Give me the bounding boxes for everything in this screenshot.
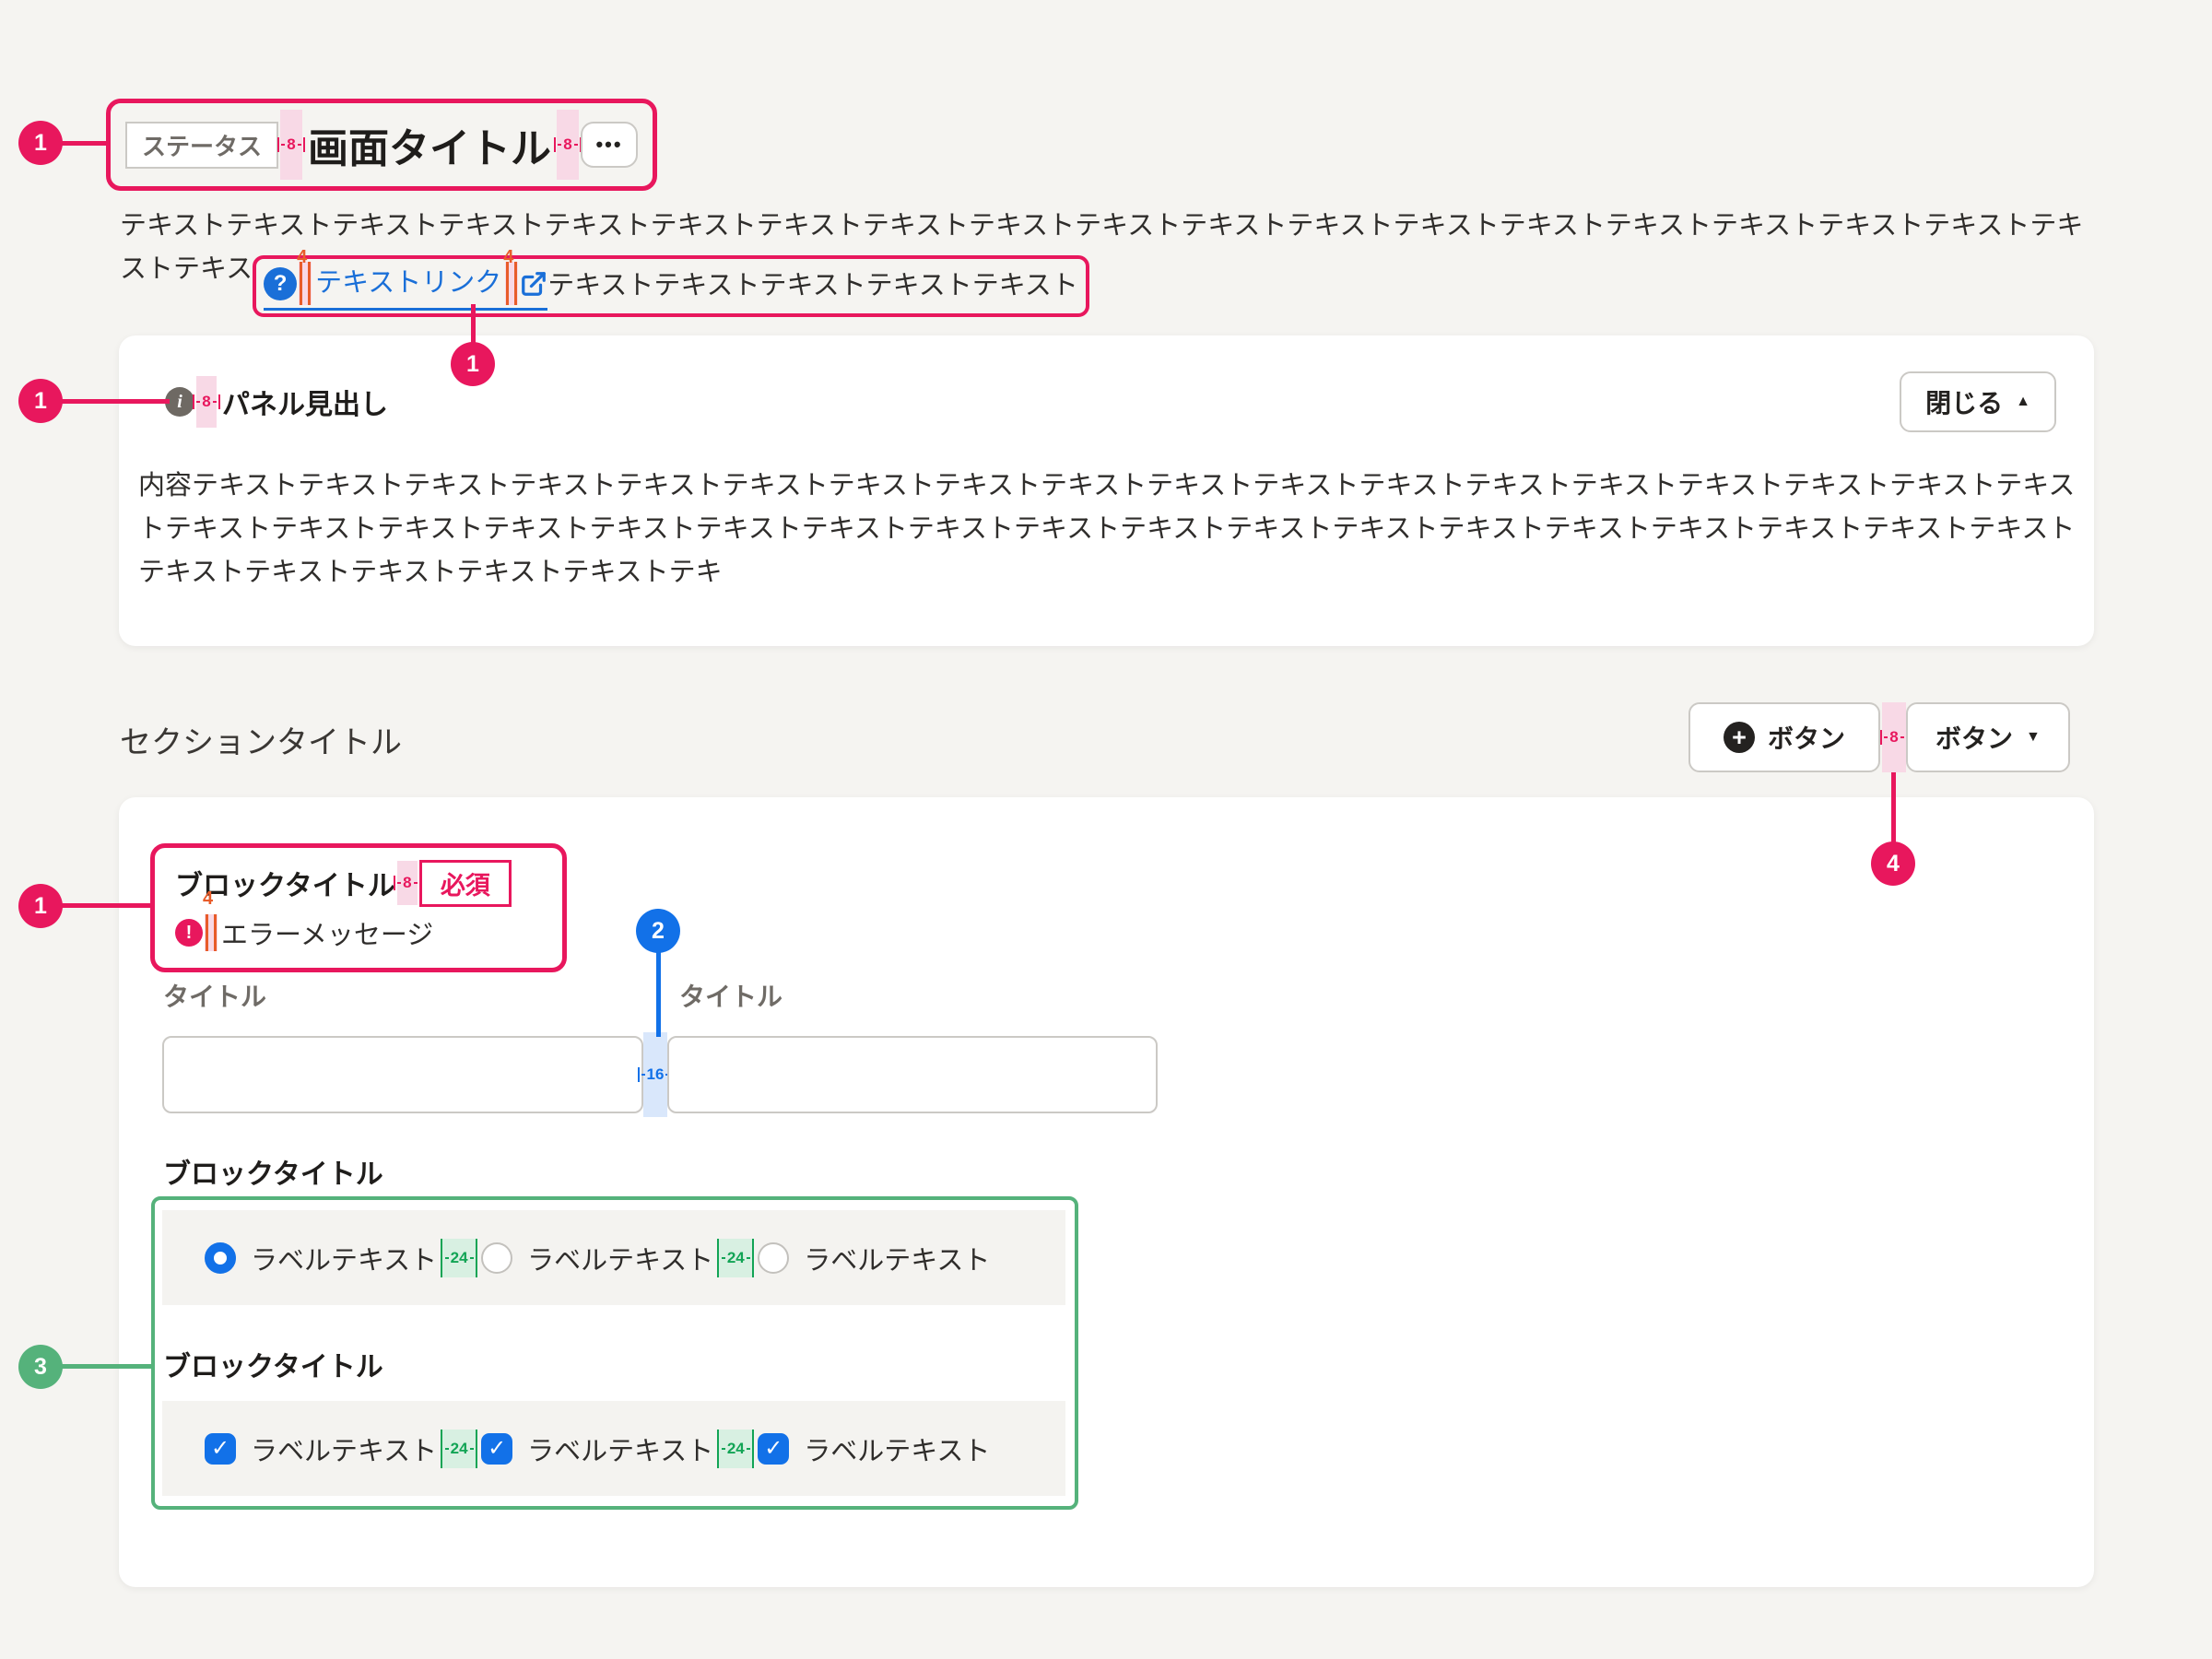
radio-unselected[interactable] xyxy=(758,1242,789,1274)
spacing-24-marker: 24 xyxy=(717,1239,754,1277)
close-button[interactable]: 閉じる ▲ xyxy=(1900,371,2056,432)
text-link[interactable]: テキストリンク xyxy=(313,262,503,305)
annotation-badge-buttons: 4 xyxy=(1871,841,1915,886)
dropdown-button-label: ボタン xyxy=(1936,719,2013,756)
checkbox-option: ✓ ラベルテキスト xyxy=(481,1430,713,1468)
checkbox-option: ✓ ラベルテキスト xyxy=(205,1430,437,1468)
title-input-2[interactable] xyxy=(667,1036,1158,1113)
annotation-badge-panel: 1 xyxy=(18,379,63,423)
spacing-8-marker: 8 xyxy=(557,110,579,180)
connector-line xyxy=(471,304,476,343)
radio-option: ラベルテキスト xyxy=(481,1239,713,1277)
title-input-1[interactable] xyxy=(162,1036,643,1113)
section-title: セクションタイトル xyxy=(120,717,402,762)
checkbox-option: ✓ ラベルテキスト xyxy=(758,1430,990,1468)
external-link-icon xyxy=(520,270,547,298)
checkbox-row: ✓ ラベルテキスト 24 ✓ ラベルテキスト 24 ✓ ラベルテキスト xyxy=(162,1401,1065,1496)
spacing-8-marker: 8 xyxy=(397,861,418,905)
connector-line xyxy=(1891,772,1896,843)
chevron-down-icon: ▼ xyxy=(2026,730,2041,745)
page-header-annotation-box: ステータス 8 画面タイトル 8 ••• xyxy=(106,99,657,191)
chevron-up-icon: ▲ xyxy=(2016,394,2030,409)
design-spec-canvas: 1 ステータス 8 画面タイトル 8 ••• テキストテキストテキストテキストテ… xyxy=(0,0,2212,1659)
block-title-annotation-box: ブロックタイトル 8 必須 ! 4 エラーメッセージ xyxy=(150,843,567,972)
field-label: タイトル xyxy=(163,977,266,1014)
form-card: ブロックタイトル 8 必須 ! 4 エラーメッセージ タイトル タイトル 16 … xyxy=(119,797,2094,1587)
annotation-badge-header: 1 xyxy=(18,121,63,165)
radio-option: ラベルテキスト xyxy=(758,1239,990,1277)
radio-selected[interactable] xyxy=(205,1242,236,1274)
help-icon[interactable]: ? xyxy=(264,267,297,300)
radio-unselected[interactable] xyxy=(481,1242,512,1274)
close-button-label: 閉じる xyxy=(1925,383,2003,420)
panel-header: i 8 パネル見出し xyxy=(165,371,388,432)
spacing-8-marker: 8 xyxy=(196,376,217,428)
error-icon: ! xyxy=(175,919,203,947)
add-button[interactable]: + ボタン xyxy=(1688,702,1880,772)
spacing-4-marker: 4 xyxy=(505,262,518,305)
spacing-24-marker: 24 xyxy=(717,1430,754,1468)
radio-option: ラベルテキスト xyxy=(205,1239,437,1277)
dropdown-button[interactable]: ボタン ▼ xyxy=(1906,702,2070,772)
status-tag: ステータス xyxy=(125,122,278,169)
radio-row: ラベルテキスト 24 ラベルテキスト 24 ラベルテキスト xyxy=(162,1210,1065,1305)
connector-line xyxy=(656,949,661,1037)
plus-icon: + xyxy=(1724,722,1755,753)
spacing-4-marker: 4 xyxy=(299,262,312,305)
checkbox-checked[interactable]: ✓ xyxy=(481,1433,512,1465)
spacing-8-marker: 8 xyxy=(1882,702,1906,772)
field-label: タイトル xyxy=(679,977,782,1014)
radio-group-title: ブロックタイトル xyxy=(163,1151,383,1192)
spacing-24-marker: 24 xyxy=(441,1430,477,1468)
annotation-badge-groups: 3 xyxy=(18,1345,63,1389)
panel-heading: パネル見出し xyxy=(218,382,388,422)
spacing-16-marker: 16 xyxy=(643,1032,667,1117)
checkbox-checked[interactable]: ✓ xyxy=(758,1433,789,1465)
checkbox-checked[interactable]: ✓ xyxy=(205,1433,236,1465)
page-title: 画面タイトル xyxy=(304,115,555,174)
panel: i 8 パネル見出し 閉じる ▲ 内容テキストテキストテキストテキストテキストテ… xyxy=(119,335,2094,646)
intro-text-after: テキストテキストテキストテキストテキスト xyxy=(547,265,1078,308)
intro-paragraph: テキストテキストテキストテキストテキストテキストテキストテキストテキストテキスト… xyxy=(120,205,2094,317)
text-link-annotation-box: ?4テキストリンク4テキストテキストテキストテキストテキスト xyxy=(253,255,1089,317)
annotation-badge-link: 1 xyxy=(451,342,495,386)
panel-content: 内容テキストテキストテキストテキストテキストテキストテキストテキストテキストテキ… xyxy=(138,465,2083,594)
add-button-label: ボタン xyxy=(1768,719,1845,756)
annotation-badge-block: 1 xyxy=(18,884,63,928)
checkbox-group-title: ブロックタイトル xyxy=(163,1344,383,1384)
more-button[interactable]: ••• xyxy=(581,122,638,168)
error-message: エラーメッセージ xyxy=(219,913,433,952)
spacing-24-marker: 24 xyxy=(441,1239,477,1277)
spacing-8-marker: 8 xyxy=(280,110,302,180)
annotation-badge-fields: 2 xyxy=(636,909,680,953)
spacing-4-marker: 4 xyxy=(205,914,218,951)
required-badge: 必須 xyxy=(419,860,512,907)
